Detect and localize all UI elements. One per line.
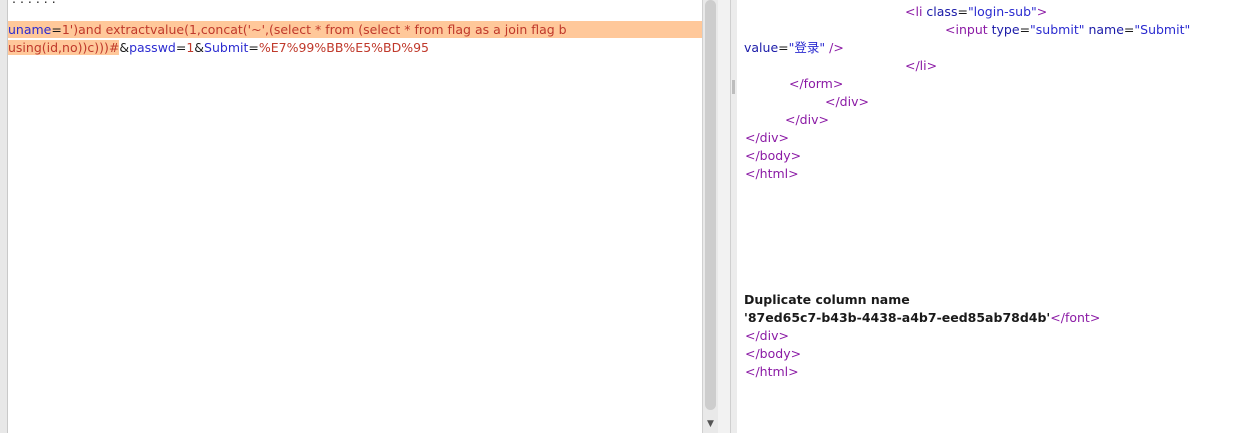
- error-value-line: '87ed65c7-b43b-4438-a4b7-eed85ab78d4b'</…: [744, 309, 1100, 327]
- param-uname-key: uname: [8, 22, 52, 37]
- payload-part-1: 1')and extractvalue(1,concat('~',(select…: [61, 22, 567, 37]
- param-uname-eq: =: [51, 22, 62, 37]
- pane-gap: [718, 0, 730, 433]
- request-line-2[interactable]: using(id,no))c)))#&passwd=1&Submit=%E7%9…: [8, 39, 429, 56]
- response-li-close: </li>: [905, 58, 938, 73]
- param-passwd-eq: =: [175, 40, 187, 55]
- response-div-close-b: </div>: [785, 112, 829, 127]
- response-html-close-1: </html>: [745, 166, 799, 181]
- request-editor[interactable]: . . . . . . uname=1')and extractvalue(1,…: [8, 0, 702, 433]
- response-div-close-d: </div>: [745, 328, 789, 343]
- response-input-tag: <input type="submit" name="Submit": [945, 22, 1191, 37]
- error-title: Duplicate column name: [744, 292, 910, 307]
- param-submit-eq: =: [248, 40, 259, 55]
- font-close-tag: </font>: [1050, 310, 1101, 325]
- param-passwd-key: passwd: [129, 40, 176, 55]
- flag-value: '87ed65c7-b43b-4438-a4b7-eed85ab78d4b': [744, 310, 1051, 325]
- scroll-down-arrow-icon[interactable]: ▼: [703, 417, 718, 431]
- amp-2: &: [194, 40, 205, 55]
- payload-part-2: using(id,no))c)))#: [8, 40, 120, 55]
- response-div-close-c: </div>: [745, 130, 789, 145]
- scroll-thumb[interactable]: [705, 0, 716, 410]
- splitter-grip-icon[interactable]: [732, 80, 735, 94]
- request-top-fragment: . . . . . .: [12, 0, 56, 6]
- response-li-open: <li class="login-sub">: [905, 4, 1048, 19]
- left-window-edge: [0, 0, 8, 433]
- response-div-close-a: </div>: [825, 94, 869, 109]
- response-body-close-1: </body>: [745, 148, 802, 163]
- request-line-1[interactable]: uname=1')and extractvalue(1,concat('~',(…: [8, 21, 702, 38]
- response-value-line: value="登录" />: [744, 40, 844, 55]
- param-submit-key: Submit: [204, 40, 249, 55]
- response-html-close-2: </html>: [745, 364, 799, 379]
- request-scrollbar[interactable]: ▼: [702, 0, 718, 433]
- param-submit-value: %E7%99%BB%E5%BD%95: [258, 40, 430, 55]
- response-view: <li class="login-sub"> <input type="subm…: [737, 0, 1241, 433]
- response-form-close: </form>: [789, 76, 844, 91]
- amp-1: &: [119, 40, 130, 55]
- response-body-close-2: </body>: [745, 346, 802, 361]
